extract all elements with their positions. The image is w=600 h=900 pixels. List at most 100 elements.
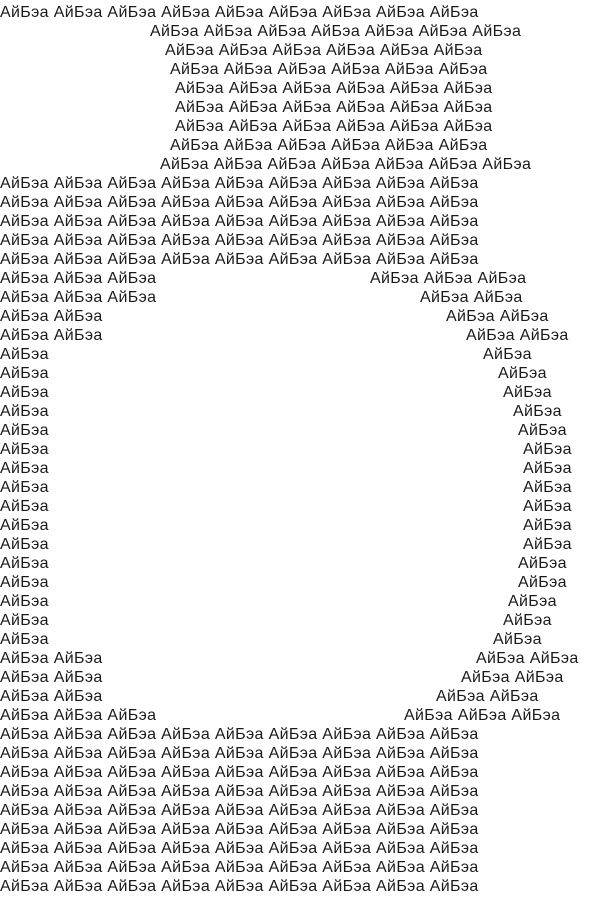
word-pattern-canvas: АйБэа АйБэа АйБэа АйБэа АйБэа АйБэа АйБэ… [0,0,600,900]
text-row: АйБэа АйБэа АйБэа АйБэа [0,649,600,668]
word-run: АйБэа [0,593,49,610]
word-run: АйБэа [0,365,49,382]
text-row: АйБэа АйБэа АйБэа АйБэа АйБэа АйБэа АйБэ… [0,3,600,22]
text-row: АйБэа АйБэа [0,630,600,649]
word-run: АйБэа [503,384,552,401]
text-row: АйБэа АйБэа [0,364,600,383]
word-run: АйБэа [523,441,572,458]
text-row: АйБэа АйБэа АйБэа АйБэа [0,668,600,687]
word-run: АйБэа АйБэа АйБэа АйБэа АйБэа АйБэа АйБэ… [0,726,479,743]
word-run: АйБэа АйБэа АйБэа АйБэа АйБэа АйБэа АйБэ… [160,156,532,173]
word-run: АйБэа АйБэа АйБэа [0,270,157,287]
text-row: АйБэа АйБэа АйБэа АйБэа АйБэа АйБэа АйБэ… [0,155,600,174]
text-row: АйБэа АйБэа [0,478,600,497]
text-row: АйБэа АйБэа [0,516,600,535]
word-run: АйБэа [0,517,49,534]
text-row: АйБэа АйБэа АйБэа АйБэа АйБэа АйБэа [0,60,600,79]
word-run: АйБэа АйБэа [0,669,103,686]
word-run: АйБэа [493,631,542,648]
text-row: АйБэа АйБэа АйБэа АйБэа АйБэа АйБэа [0,79,600,98]
text-row: АйБэа АйБэа АйБэа АйБэа [0,307,600,326]
word-run: АйБэа АйБэа АйБэа АйБэа АйБэа АйБэа АйБэ… [0,745,479,762]
word-run: АйБэа [483,346,532,363]
text-row: АйБэа АйБэа АйБэа АйБэа АйБэа АйБэа АйБэ… [0,782,600,801]
word-run: АйБэа [0,631,49,648]
word-run: АйБэа АйБэа АйБэа АйБэа АйБэа АйБэа [175,118,493,135]
text-row: АйБэа АйБэа [0,573,600,592]
word-run: АйБэа АйБэа АйБэа АйБэа АйБэа АйБэа АйБэ… [0,232,479,249]
text-row: АйБэа АйБэа АйБэа АйБэа АйБэа АйБэа АйБэ… [0,250,600,269]
word-run: АйБэа АйБэа АйБэа АйБэа АйБэа АйБэа [175,80,493,97]
word-run: АйБэа [0,612,49,629]
text-row: АйБэа АйБэа АйБэа АйБэа АйБэа АйБэа [0,117,600,136]
word-run: АйБэа [0,479,49,496]
word-run: АйБэа АйБэа АйБэа АйБэа АйБэа АйБэа [165,42,483,59]
word-run: АйБэа [513,403,562,420]
text-row: АйБэа АйБэа [0,497,600,516]
word-run: АйБэа АйБэа АйБэа АйБэа АйБэа АйБэа [170,137,488,154]
word-run: АйБэа [0,536,49,553]
word-run: АйБэа [508,593,557,610]
word-run: АйБэа [0,555,49,572]
text-row: АйБэа АйБэа [0,592,600,611]
text-row: АйБэа АйБэа АйБэа АйБэа АйБэа АйБэа АйБэ… [0,212,600,231]
text-row: АйБэа АйБэа АйБэа АйБэа [0,687,600,706]
word-run: АйБэа [518,574,567,591]
word-run: АйБэа АйБэа АйБэа АйБэа АйБэа АйБэа [170,61,488,78]
word-run: АйБэа [0,384,49,401]
text-row: АйБэа АйБэа АйБэа АйБэа АйБэа АйБэа АйБэ… [0,744,600,763]
word-run: АйБэа [0,346,49,363]
text-row: АйБэа АйБэа АйБэа АйБэа [0,326,600,345]
text-row: АйБэа АйБэа АйБэа АйБэа АйБэа АйБэа АйБэ… [0,22,600,41]
text-row: АйБэа АйБэа АйБэа АйБэа АйБэа АйБэа АйБэ… [0,839,600,858]
text-row: АйБэа АйБэа [0,345,600,364]
text-row: АйБэа АйБэа [0,459,600,478]
word-run: АйБэа АйБэа АйБэа АйБэа АйБэа АйБэа АйБэ… [0,4,479,21]
word-run: АйБэа АйБэа АйБэа [370,270,527,287]
text-row: АйБэа АйБэа АйБэа АйБэа АйБэа АйБэа АйБэ… [0,174,600,193]
word-run: АйБэа АйБэа [476,650,579,667]
word-run: АйБэа [0,574,49,591]
word-run: АйБэа АйБэа АйБэа [0,707,157,724]
word-run: АйБэа АйБэа [420,289,523,306]
word-run: АйБэа [0,422,49,439]
text-row: АйБэа АйБэа [0,421,600,440]
word-run: АйБэа АйБэа АйБэа АйБэа АйБэа АйБэа АйБэ… [0,175,479,192]
word-run: АйБэа АйБэа АйБэа АйБэа АйБэа АйБэа АйБэ… [0,802,479,819]
word-run: АйБэа АйБэа [0,688,103,705]
text-row: АйБэа АйБэа АйБэа АйБэа АйБэа АйБэа [0,41,600,60]
word-run: АйБэа АйБэа АйБэа АйБэа АйБэа АйБэа АйБэ… [0,194,479,211]
word-run: АйБэа [0,441,49,458]
text-row: АйБэа АйБэа АйБэа АйБэа АйБэа АйБэа АйБэ… [0,858,600,877]
word-run: АйБэа [523,536,572,553]
word-run: АйБэа АйБэа АйБэа АйБэа АйБэа АйБэа АйБэ… [0,251,479,268]
word-run: АйБэа АйБэа АйБэа [404,707,561,724]
word-run: АйБэа [523,498,572,515]
word-run: АйБэа [0,403,49,420]
word-run: АйБэа АйБэа АйБэа АйБэа АйБэа АйБэа [175,99,493,116]
word-run: АйБэа АйБэа [0,308,103,325]
text-row: АйБэа АйБэа [0,611,600,630]
word-run: АйБэа [523,460,572,477]
text-row: АйБэа АйБэа АйБэа АйБэа АйБэа АйБэа АйБэ… [0,763,600,782]
word-run: АйБэа [0,498,49,515]
text-row: АйБэа АйБэа АйБэа АйБэа АйБэа АйБэа [0,98,600,117]
text-row: АйБэа АйБэа [0,402,600,421]
word-run: АйБэа АйБэа АйБэа АйБэа АйБэа АйБэа АйБэ… [0,764,479,781]
text-row: АйБэа АйБэа АйБэа АйБэа АйБэа АйБэа АйБэ… [0,820,600,839]
text-row: АйБэа АйБэа [0,535,600,554]
word-run: АйБэа АйБэа АйБэа АйБэа АйБэа АйБэа АйБэ… [0,878,479,895]
text-row: АйБэа АйБэа АйБэа АйБэа АйБэа АйБэа АйБэ… [0,231,600,250]
word-run: АйБэа АйБэа [0,327,103,344]
word-run: АйБэа [518,422,567,439]
word-run: АйБэа АйБэа АйБэа АйБэа АйБэа АйБэа АйБэ… [0,840,479,857]
word-run: АйБэа [498,365,547,382]
word-run: АйБэа АйБэа [461,669,564,686]
word-run: АйБэа АйБэа [446,308,549,325]
word-run: АйБэа АйБэа [466,327,569,344]
word-run: АйБэа АйБэа АйБэа АйБэа АйБэа АйБэа АйБэ… [150,23,522,40]
word-run: АйБэа АйБэа [0,650,103,667]
text-row: АйБэа АйБэа [0,440,600,459]
text-row: АйБэа АйБэа АйБэа АйБэа АйБэа АйБэа АйБэ… [0,877,600,896]
word-run: АйБэа АйБэа АйБэа [0,289,157,306]
